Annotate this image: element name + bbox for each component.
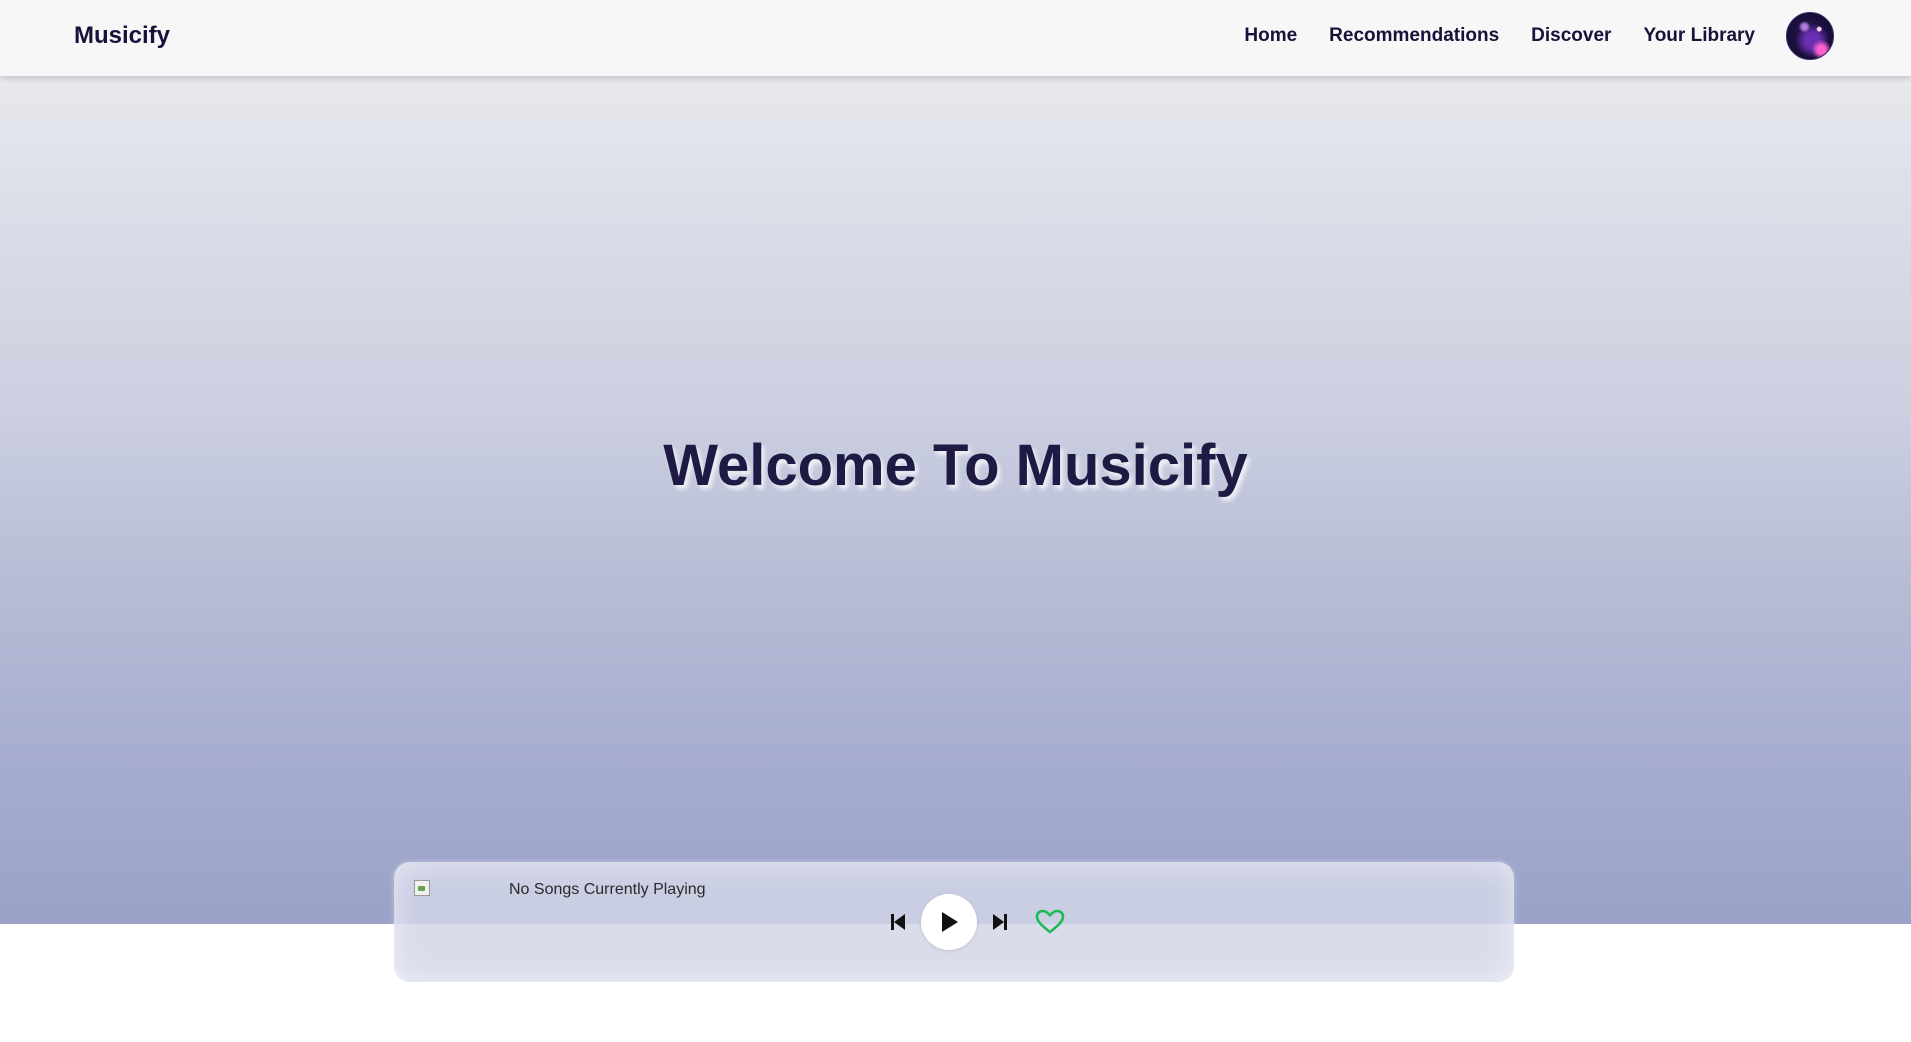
play-button[interactable] (921, 894, 977, 950)
brand-logo[interactable]: Musicify (74, 22, 170, 50)
nav-recommendations-link[interactable]: Recommendations (1329, 25, 1499, 47)
nav-home-link[interactable]: Home (1244, 25, 1297, 47)
hero-section: Welcome To Musicify No Songs Currently P… (0, 76, 1911, 982)
like-button[interactable] (1035, 909, 1065, 935)
skip-next-icon (993, 914, 1007, 930)
album-cover-broken-image-icon (414, 880, 430, 896)
music-player: No Songs Currently Playing (394, 862, 1514, 982)
nav-links: Home Recommendations Discover Your Libra… (1244, 25, 1755, 47)
heart-icon (1035, 909, 1065, 934)
nav-your-library-link[interactable]: Your Library (1643, 25, 1755, 47)
skip-next-button[interactable] (991, 912, 1009, 932)
hero-title: Welcome To Musicify (663, 433, 1248, 498)
now-playing-status: No Songs Currently Playing (509, 881, 706, 898)
navbar: Musicify Home Recommendations Discover Y… (0, 0, 1911, 76)
player-controls (889, 894, 1065, 950)
user-avatar[interactable] (1786, 12, 1834, 60)
nav-discover-link[interactable]: Discover (1531, 25, 1611, 47)
play-icon (942, 912, 958, 932)
skip-previous-button[interactable] (889, 912, 907, 932)
skip-previous-icon (891, 914, 905, 930)
